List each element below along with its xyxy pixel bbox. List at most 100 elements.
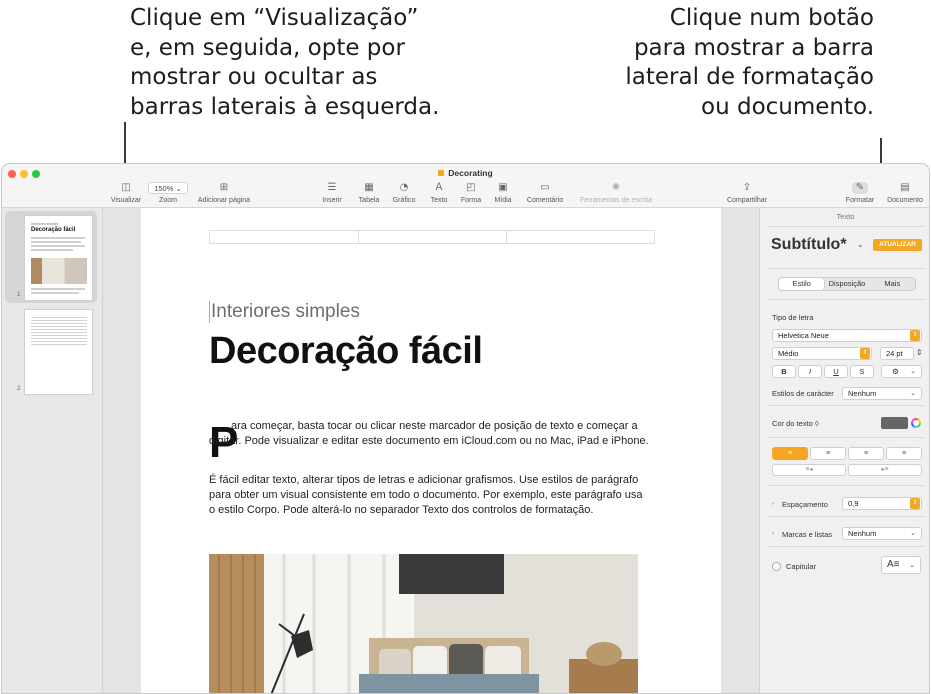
italic-button[interactable]: I bbox=[798, 365, 822, 378]
format-tabs: Estilo Disposição Mais bbox=[778, 277, 916, 291]
tab-layout[interactable]: Disposição bbox=[824, 278, 869, 290]
align-right-button[interactable]: ≡ bbox=[848, 447, 884, 460]
document-icon bbox=[438, 170, 445, 176]
chevron-down-icon: ⌄ bbox=[909, 562, 915, 569]
document-canvas: Interiores simples Decoração fácil P ara… bbox=[103, 208, 759, 693]
thumbnail-text-line bbox=[31, 245, 85, 247]
chevron-down-icon[interactable]: ⌄ bbox=[857, 240, 864, 249]
divider bbox=[768, 268, 924, 269]
increase-indent-button[interactable]: ▸≡ bbox=[848, 464, 922, 476]
paragraph-style-name[interactable]: Subtítulo* bbox=[771, 236, 847, 254]
character-styles-label: Estilos de carácter bbox=[772, 389, 834, 398]
color-wheel-icon[interactable] bbox=[911, 418, 921, 428]
chart-button[interactable]: ◔ Gráfico bbox=[390, 182, 418, 204]
callout-line: ou documento. bbox=[701, 93, 874, 120]
text-options-popup[interactable]: ⚙ ⌄ bbox=[881, 365, 922, 378]
page-header[interactable] bbox=[209, 230, 655, 244]
comment-button[interactable]: ▭ Comentário bbox=[524, 182, 566, 204]
text-button[interactable]: Ａ Texto bbox=[428, 182, 450, 204]
format-button[interactable]: ✎ Formatar bbox=[844, 182, 876, 204]
comment-icon: ▭ bbox=[540, 182, 550, 193]
zoom-control[interactable]: 150% ⌄ Zoom bbox=[148, 182, 188, 204]
share-button[interactable]: ⇪ Compartilhar bbox=[724, 182, 770, 204]
paintbrush-icon: ✎ bbox=[852, 182, 868, 194]
chevron-down-icon: ⌄ bbox=[910, 390, 916, 397]
header-divider bbox=[506, 231, 507, 243]
drop-cap-checkbox[interactable] bbox=[772, 562, 781, 571]
document-button[interactable]: ▤ Documento bbox=[884, 182, 926, 204]
table-icon: ▦ bbox=[364, 182, 374, 193]
callout-line: barras laterais à esquerda. bbox=[130, 93, 440, 120]
drop-cap-style-popup[interactable]: A≡ ⌄ bbox=[881, 556, 921, 574]
callout-line: Clique num botão bbox=[669, 5, 874, 31]
bullets-lists-label: Marcas e listas bbox=[782, 530, 833, 539]
disclosure-triangle-icon[interactable]: › bbox=[772, 500, 774, 507]
body-paragraph-1[interactable]: ara começar, basta tocar ou clicar neste… bbox=[209, 419, 649, 449]
font-size-stepper[interactable]: ⇕ bbox=[916, 348, 923, 357]
update-style-button[interactable]: ATUALIZAR bbox=[873, 239, 922, 251]
callout-line: lateral de formatação bbox=[625, 64, 874, 90]
document-page[interactable]: Interiores simples Decoração fácil P ara… bbox=[141, 208, 721, 693]
justify-button[interactable]: ≡ bbox=[886, 447, 922, 460]
underline-button[interactable]: U bbox=[824, 365, 848, 378]
text-color-swatch[interactable] bbox=[881, 417, 908, 429]
chart-icon: ◔ bbox=[399, 182, 409, 193]
thumbnail-text-block bbox=[31, 317, 87, 347]
strikethrough-button[interactable]: S bbox=[850, 365, 874, 378]
font-weight-popup[interactable]: Médio ⇕ bbox=[772, 347, 872, 360]
tab-style[interactable]: Estilo bbox=[779, 278, 825, 290]
media-button[interactable]: ▣ Mídia bbox=[492, 182, 514, 204]
toolbar: Decorating ◫ Visualizar 150% ⌄ Zoom ⊞ Adici… bbox=[2, 164, 929, 208]
thumbnail-text-line bbox=[31, 292, 79, 294]
font-family-popup[interactable]: Helvetica Neue ⇕ bbox=[772, 329, 922, 342]
bold-button[interactable]: B bbox=[772, 365, 796, 378]
sidebar-section-title: Texto bbox=[836, 212, 855, 221]
chevron-down-icon: ⌄ bbox=[910, 530, 916, 537]
add-page-button[interactable]: ⊞ Adicionar página bbox=[194, 182, 254, 204]
font-section-label: Tipo de letra bbox=[772, 313, 814, 322]
divider bbox=[768, 516, 924, 517]
spacing-popup[interactable]: 0,9 ⇕ bbox=[842, 497, 922, 510]
thumbnail-subtitle: Interiores simples bbox=[31, 222, 59, 226]
shape-button[interactable]: ◰ Forma bbox=[458, 182, 484, 204]
text-color-label: Cor do texto ◊ bbox=[772, 419, 819, 428]
insert-button[interactable]: ☰ Inserir bbox=[320, 182, 344, 204]
interior-photo[interactable] bbox=[209, 554, 638, 693]
window-title: Decorating bbox=[2, 168, 929, 178]
drop-cap-label: Capitular bbox=[786, 562, 817, 571]
callout-view-menu: Clique em “Visualização” e, em seguida, … bbox=[130, 4, 439, 122]
align-left-button[interactable]: ≡ bbox=[772, 447, 808, 460]
table-button[interactable]: ▦ Tabela bbox=[356, 182, 382, 204]
indent-buttons: ≡◂ ▸≡ bbox=[772, 464, 922, 476]
format-sidebar: Texto Subtítulo* ⌄ ATUALIZAR Estilo Disp… bbox=[759, 208, 929, 693]
writing-tools-button[interactable]: ✺ Ferramentas de escrita bbox=[577, 182, 655, 204]
disclosure-triangle-icon[interactable]: › bbox=[772, 530, 774, 537]
thumbnail-text-line bbox=[31, 249, 73, 251]
text-cursor bbox=[209, 301, 210, 323]
pages-window: Decorating ◫ Visualizar 150% ⌄ Zoom ⊞ Adici… bbox=[1, 163, 930, 694]
popup-arrows-icon: ⇕ bbox=[860, 348, 870, 359]
font-size-field[interactable]: 24 pt bbox=[880, 347, 914, 360]
callout-line: e, em seguida, opte por bbox=[130, 34, 405, 61]
thumbnail-photo bbox=[31, 258, 87, 284]
font-style-buttons: B I U S bbox=[772, 365, 874, 378]
page-thumbnail-1[interactable]: Interiores simples Decoração fácil bbox=[24, 215, 93, 301]
tab-more[interactable]: Mais bbox=[870, 278, 915, 290]
callout-format-buttons: Clique num botão para mostrar a barra la… bbox=[625, 4, 874, 122]
alignment-buttons: ≡ ≡ ≡ ≡ bbox=[772, 447, 922, 460]
divider bbox=[768, 299, 924, 300]
character-styles-popup[interactable]: Nenhum ⌄ bbox=[842, 387, 922, 400]
view-button[interactable]: ◫ Visualizar bbox=[110, 182, 142, 204]
page-thumbnail-2[interactable] bbox=[24, 309, 93, 395]
document-title[interactable]: Decoração fácil bbox=[209, 330, 483, 373]
divider bbox=[768, 437, 924, 438]
body-paragraph-2[interactable]: É fácil editar texto, alterar tipos de l… bbox=[209, 473, 649, 519]
zoom-popup[interactable]: 150% ⌄ bbox=[148, 182, 188, 194]
document-subtitle[interactable]: Interiores simples bbox=[211, 301, 360, 323]
decrease-indent-button[interactable]: ≡◂ bbox=[772, 464, 846, 476]
thumbnail-text-line bbox=[31, 288, 85, 290]
align-center-button[interactable]: ≡ bbox=[810, 447, 846, 460]
bullets-lists-popup[interactable]: Nenhum ⌄ bbox=[842, 527, 922, 540]
drop-cap-preview-icon: A≡ bbox=[887, 559, 900, 570]
share-icon: ⇪ bbox=[742, 182, 752, 193]
